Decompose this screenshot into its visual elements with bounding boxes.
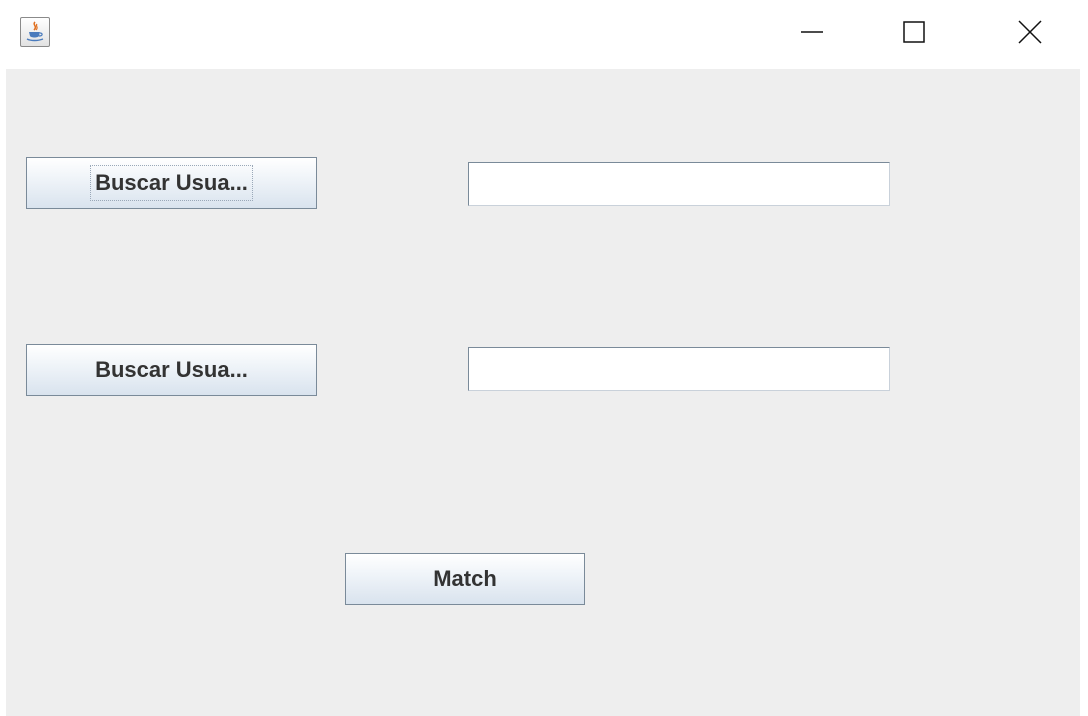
app-window: Buscar Usua... Buscar Usua... Match	[0, 0, 1088, 716]
close-icon	[1018, 20, 1042, 44]
maximize-icon	[903, 21, 925, 43]
search-user-2-button[interactable]: Buscar Usua...	[26, 344, 317, 396]
content-panel: Buscar Usua... Buscar Usua... Match	[6, 69, 1080, 716]
user-2-field[interactable]	[468, 347, 890, 391]
minimize-button[interactable]	[780, 0, 844, 64]
close-button[interactable]	[998, 0, 1062, 64]
search-user-1-label: Buscar Usua...	[90, 165, 253, 201]
user-1-field[interactable]	[468, 162, 890, 206]
minimize-icon	[801, 31, 823, 33]
title-bar[interactable]	[0, 0, 1088, 69]
search-user-2-label: Buscar Usua...	[95, 357, 248, 382]
maximize-button[interactable]	[882, 0, 946, 64]
match-button[interactable]: Match	[345, 553, 585, 605]
search-user-1-button[interactable]: Buscar Usua...	[26, 157, 317, 209]
java-cup-icon[interactable]	[20, 17, 50, 47]
match-label: Match	[433, 566, 497, 591]
